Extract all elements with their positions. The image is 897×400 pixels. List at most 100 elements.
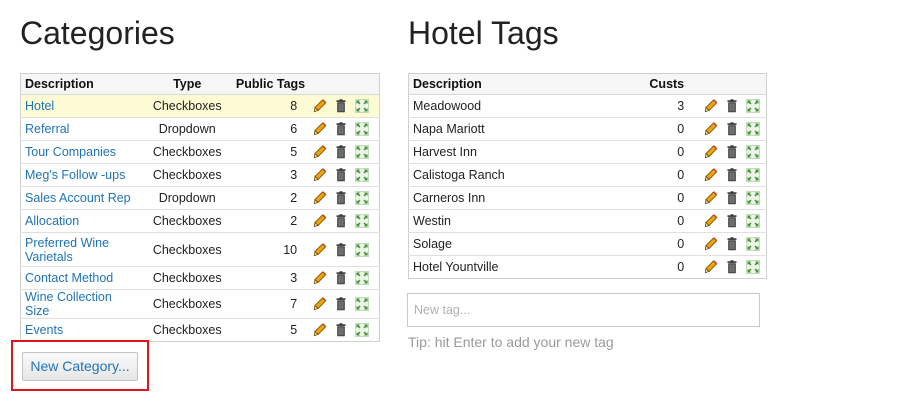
pencil-icon[interactable] [313,214,327,228]
table-row: Preferred Wine Varietals Checkboxes 10 [20,232,380,267]
move-arrows-icon[interactable] [746,122,761,136]
trash-icon[interactable] [334,242,348,257]
category-tag-count: 8 [231,94,308,118]
table-row: Hotel Checkboxes 8 [20,94,380,118]
row-actions-cell [698,186,767,210]
pencil-icon[interactable] [313,242,327,257]
trash-icon[interactable] [725,122,739,136]
new-category-button[interactable]: New Category... [22,352,138,381]
move-arrows-icon[interactable] [746,99,761,113]
hotel-tag-custs: 0 [631,209,699,233]
category-link[interactable]: Sales Account Rep [25,191,131,205]
row-actions-cell [698,94,767,118]
move-arrows-icon[interactable] [746,260,761,274]
move-arrows-icon[interactable] [355,168,370,182]
move-arrows-icon[interactable] [355,122,370,136]
trash-icon[interactable] [725,260,739,274]
move-arrows-icon[interactable] [355,271,370,285]
trash-icon[interactable] [725,191,739,205]
hotel-tag-custs: 0 [631,163,699,187]
move-arrows-icon[interactable] [355,323,370,337]
trash-icon[interactable] [334,271,348,285]
row-actions-cell [307,289,380,319]
move-arrows-icon[interactable] [355,145,370,159]
move-arrows-icon[interactable] [355,99,370,113]
pencil-icon[interactable] [313,145,327,159]
row-actions [702,260,762,274]
new-tag-input[interactable] [407,293,760,327]
trash-icon[interactable] [725,99,739,113]
category-link[interactable]: Tour Companies [25,145,116,159]
move-arrows-icon[interactable] [746,237,761,251]
category-description-cell: Tour Companies [20,140,143,164]
pencil-icon[interactable] [704,237,718,251]
move-arrows-icon[interactable] [746,145,761,159]
column-header-actions [307,73,380,95]
pencil-icon[interactable] [704,99,718,113]
pencil-icon[interactable] [313,271,327,285]
hotel-tag-description: Napa Mariott [408,117,632,141]
row-actions [702,122,762,136]
pencil-icon[interactable] [313,168,327,182]
pencil-icon[interactable] [313,191,327,205]
trash-icon[interactable] [334,323,348,337]
trash-icon[interactable] [725,168,739,182]
move-arrows-icon[interactable] [746,191,761,205]
trash-icon[interactable] [725,214,739,228]
category-link[interactable]: Wine Collection Size [25,290,112,318]
move-arrows-icon[interactable] [355,297,370,311]
trash-icon[interactable] [334,168,348,182]
pencil-icon[interactable] [704,122,718,136]
pencil-icon[interactable] [313,323,327,337]
move-arrows-icon[interactable] [355,214,370,228]
pencil-icon[interactable] [313,297,327,311]
trash-icon[interactable] [725,237,739,251]
category-link[interactable]: Allocation [25,214,79,228]
row-actions-cell [307,94,380,118]
category-tag-count: 10 [231,232,308,267]
category-type: Checkboxes [152,323,222,337]
category-type: Checkboxes [142,163,232,187]
row-actions-cell [307,140,380,164]
table-row: Westin 0 [408,209,767,233]
pencil-icon[interactable] [704,145,718,159]
trash-icon[interactable] [334,99,348,113]
move-arrows-icon[interactable] [355,191,370,205]
hotel-tags-header-row: Description Custs [408,73,767,95]
category-link[interactable]: Contact Method [25,271,113,285]
pencil-icon[interactable] [704,214,718,228]
move-arrows-icon[interactable] [746,214,761,228]
row-actions-cell [307,232,380,267]
row-actions-cell [307,117,380,141]
category-link[interactable]: Meg's Follow -ups [25,168,125,182]
table-row: Calistoga Ranch 0 [408,163,767,187]
trash-icon[interactable] [334,145,348,159]
category-link[interactable]: Referral [25,122,69,136]
pencil-icon[interactable] [704,168,718,182]
category-link[interactable]: Events [25,323,63,337]
row-actions-cell [307,266,380,290]
trash-icon[interactable] [334,191,348,205]
pencil-icon[interactable] [313,99,327,113]
pencil-icon[interactable] [704,191,718,205]
category-type: Checkboxes [142,266,232,290]
trash-icon[interactable] [725,145,739,159]
trash-icon[interactable] [334,297,348,311]
column-header-description: Description [408,73,632,95]
category-tag-count: 3 [231,266,308,290]
pencil-icon[interactable] [704,260,718,274]
table-row: Meadowood 3 [408,94,767,118]
row-actions-cell [307,209,380,233]
move-arrows-icon[interactable] [355,242,370,257]
category-type: Checkboxes [142,140,232,164]
row-actions [311,271,375,285]
row-actions [311,168,375,182]
category-link[interactable]: Preferred Wine Varietals [25,236,109,264]
pencil-icon[interactable] [313,122,327,136]
move-arrows-icon[interactable] [746,168,761,182]
category-link[interactable]: Hotel [25,99,54,113]
trash-icon[interactable] [334,214,348,228]
row-actions [311,297,375,311]
trash-icon[interactable] [334,122,348,136]
category-description-cell: Events [21,319,143,342]
